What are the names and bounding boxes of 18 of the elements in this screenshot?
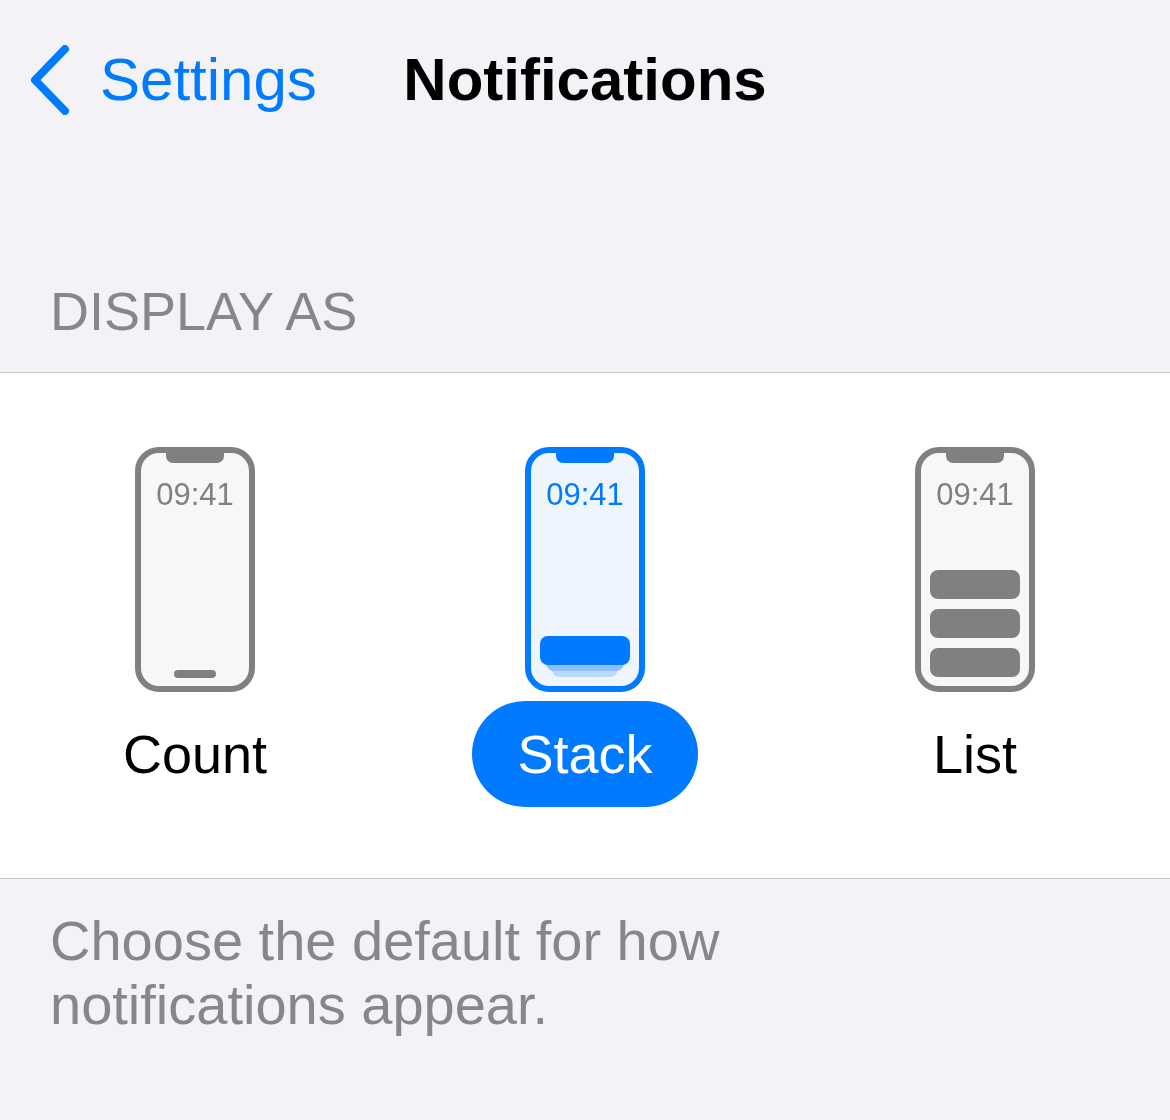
page-title: Notifications — [403, 45, 767, 115]
section-header: DISPLAY AS — [50, 280, 358, 343]
home-indicator — [174, 670, 216, 678]
option-button[interactable]: Stack — [472, 701, 698, 807]
phone-notch — [166, 453, 224, 463]
phone-drawing[interactable]: 09:41 — [135, 447, 255, 692]
phone-drawing[interactable]: 09:41 — [915, 447, 1035, 692]
back-button[interactable]: Settings — [30, 44, 317, 116]
option-button[interactable]: List — [932, 722, 1017, 786]
footer-note: Choose the default for how notifications appear. — [50, 909, 721, 1037]
lock-screen-time: 09:41 — [156, 477, 234, 513]
phone-notch — [556, 453, 614, 463]
lock-screen-time: 09:41 — [936, 477, 1014, 513]
option-button[interactable]: Count — [122, 722, 268, 786]
phone-drawing[interactable]: 09:41 — [525, 447, 645, 692]
phone-notch — [946, 453, 1004, 463]
back-chevron-icon — [30, 45, 70, 115]
lock-screen-time: 09:41 — [546, 477, 624, 513]
